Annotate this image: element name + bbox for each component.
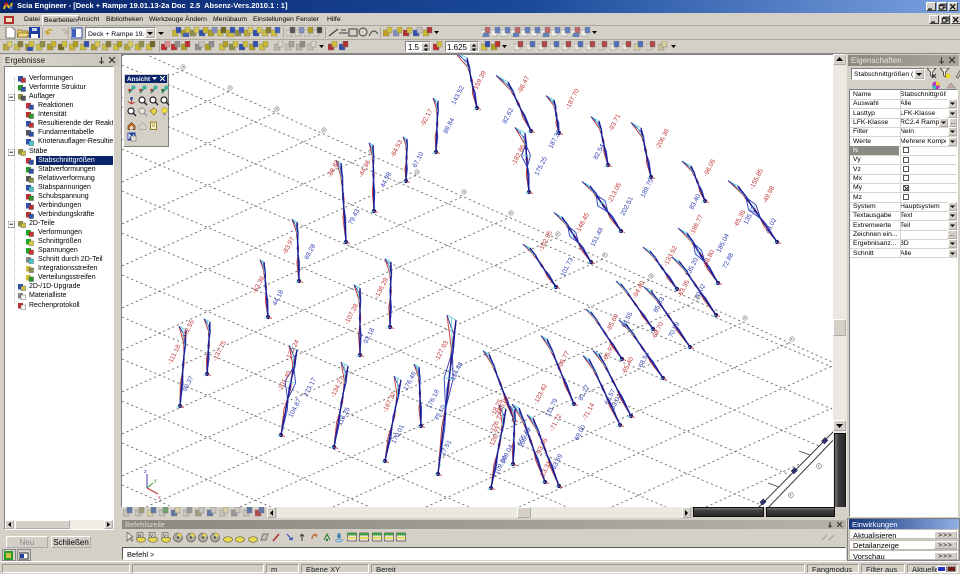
- svg-text:y: y: [154, 478, 157, 484]
- svg-text:z: z: [144, 469, 147, 475]
- svg-text:V: V: [163, 533, 166, 538]
- svg-text:V: V: [150, 533, 153, 538]
- svg-text:x: x: [158, 495, 161, 501]
- svg-text:N: N: [138, 533, 141, 538]
